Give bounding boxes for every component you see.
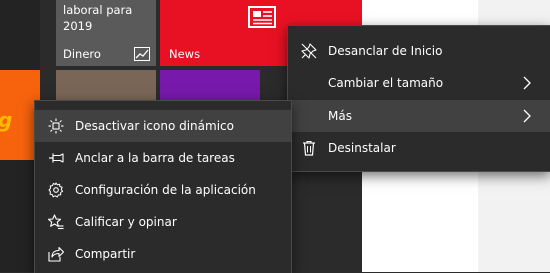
trash-icon (303, 140, 315, 156)
menu-item-resize-label: Cambiar el tamaño (328, 76, 444, 90)
menu-item-more-label: Más (328, 109, 352, 123)
pin-icon (49, 153, 64, 163)
app-tile-photo[interactable] (56, 70, 156, 102)
submenu-item-pin-taskbar[interactable]: Anclar a la barra de tareas (35, 142, 291, 174)
menu-item-more[interactable]: Más (288, 100, 550, 132)
app-tile-orange-glyph: g (0, 108, 12, 132)
submenu-item-live-tile-off[interactable]: Desactivar icono dinámico (35, 110, 291, 142)
chevron-right-icon (523, 109, 531, 123)
app-tile-purple[interactable] (160, 70, 260, 102)
menu-item-uninstall[interactable]: Desinstalar (288, 132, 550, 164)
submenu-item-live-tile-off-label: Desactivar icono dinámico (75, 119, 234, 133)
share-icon (48, 246, 64, 262)
dinero-tile-label: Dinero (63, 47, 101, 61)
news-tile-label: News (169, 47, 201, 61)
dinero-tile-headline: laboral para 2019 (63, 3, 133, 33)
submenu-item-share-label: Compartir (75, 247, 136, 261)
menu-item-unpin-label: Desanclar de Inicio (328, 44, 443, 58)
menu-item-resize[interactable]: Cambiar el tamaño (288, 67, 550, 99)
submenu-item-rate-review-label: Calificar y opinar (75, 215, 177, 229)
star-review-icon (48, 214, 64, 230)
submenu-more: Desactivar icono dinámico Anclar a la ba… (34, 100, 292, 273)
submenu-item-rate-review[interactable]: Calificar y opinar (35, 206, 291, 238)
dinero-tile[interactable]: laboral para 2019 Dinero (56, 0, 156, 66)
gear-icon (48, 182, 64, 198)
submenu-item-pin-taskbar-label: Anclar a la barra de tareas (75, 151, 235, 165)
context-menu: Desanclar de Inicio Cambiar el tamaño Má… (287, 25, 550, 172)
chart-icon (134, 47, 150, 61)
live-tile-off-icon (48, 118, 64, 134)
submenu-item-share[interactable]: Compartir (35, 238, 291, 270)
submenu-item-app-settings-label: Configuración de la aplicación (75, 183, 256, 197)
menu-item-uninstall-label: Desinstalar (328, 141, 396, 155)
newspaper-icon (248, 6, 276, 28)
menu-item-unpin[interactable]: Desanclar de Inicio (288, 35, 550, 67)
chevron-right-icon (523, 76, 531, 90)
unpin-icon (301, 43, 317, 59)
submenu-item-app-settings[interactable]: Configuración de la aplicación (35, 174, 291, 206)
